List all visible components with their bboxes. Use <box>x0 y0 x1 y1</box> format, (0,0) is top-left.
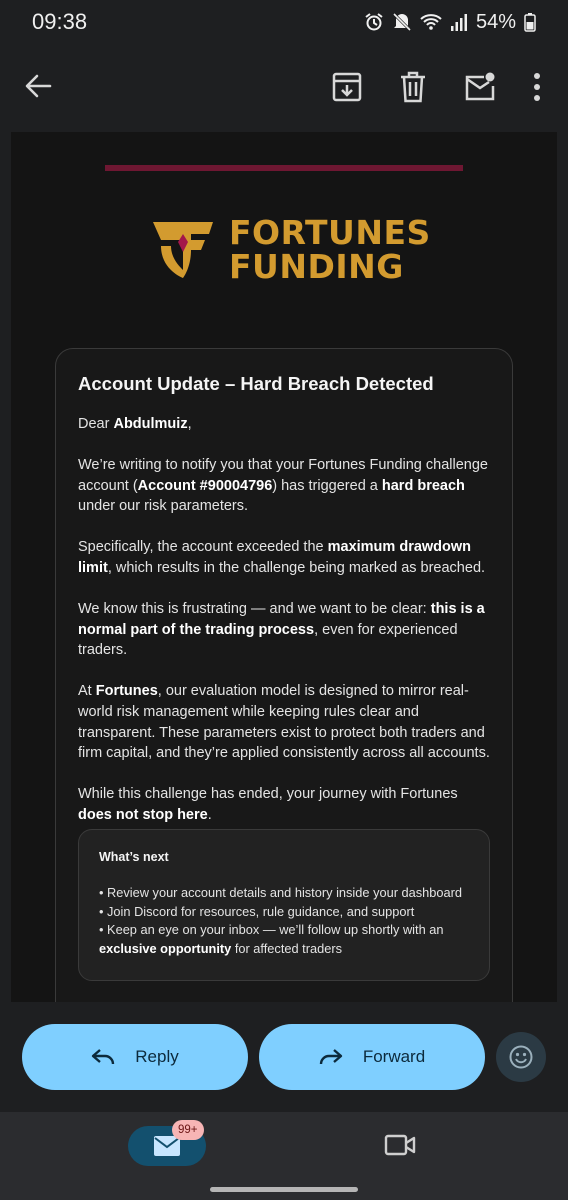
forward-label: Forward <box>362 1047 426 1066</box>
nav-meet[interactable] <box>384 1132 416 1163</box>
trash-icon <box>401 71 425 103</box>
p5-bold: does not stop here <box>78 806 208 823</box>
status-icons: 54% <box>364 11 536 34</box>
bottom-nav: 99+ <box>0 1112 568 1200</box>
greeting-text: Dear <box>78 416 114 432</box>
recipient-name: Abdulmuiz <box>113 416 188 432</box>
logo-line-2: FUNDING <box>229 247 404 286</box>
reply-label: Reply <box>135 1047 179 1066</box>
action-bar: Reply Forward <box>0 1002 568 1112</box>
email-title: Account Update – Hard Breach Detected <box>78 373 434 394</box>
next-item-3: • Keep an eye on your inbox — we’ll foll… <box>99 921 469 958</box>
next-item-1: • Review your account details and histor… <box>99 885 462 900</box>
next-item-3-text-c: for affected traders <box>231 940 342 956</box>
archive-button[interactable] <box>331 70 363 104</box>
p5-text-a: While this challenge has ended, your jou… <box>78 786 458 803</box>
forward-button[interactable]: Forward <box>259 1024 485 1090</box>
alarm-icon <box>365 13 383 31</box>
p2-text-a: Specifically, the account exceeded the <box>78 539 328 556</box>
wifi-icon <box>420 14 442 30</box>
email-body: FORTUNES FUNDING Account Update – Hard B… <box>11 132 557 1002</box>
more-options-button[interactable] <box>528 70 546 104</box>
header-rule <box>105 165 463 171</box>
fortunes-logo-icon <box>153 222 213 278</box>
home-indicator[interactable] <box>210 1187 358 1192</box>
next-item-3-bold: exclusive opportunity <box>99 940 232 956</box>
paragraph-1: We’re writing to notify you that your Fo… <box>78 455 490 517</box>
p3-text-a: We know this is frustrating — and we wan… <box>78 601 431 618</box>
battery-percent: 54% <box>475 10 516 33</box>
emoji-reaction-button[interactable] <box>496 1032 546 1082</box>
logo-wordmark: FORTUNES FUNDING <box>229 216 431 284</box>
account-number: Account #90004796 <box>137 477 273 494</box>
message-card: Account Update – Hard Breach Detected De… <box>55 348 513 1002</box>
next-item-3-text-a: • Keep an eye on your inbox — we’ll foll… <box>99 922 444 937</box>
battery-icon <box>524 13 536 32</box>
p4-bold: Fortunes <box>95 683 158 700</box>
forward-icon <box>319 1049 343 1065</box>
reply-button[interactable]: Reply <box>22 1024 248 1090</box>
unread-badge: 99+ <box>172 1120 204 1140</box>
reply-icon <box>92 1049 115 1065</box>
mute-icon <box>392 12 412 32</box>
p2-text-c: , which results in the challenge being m… <box>107 559 486 576</box>
more-vert-icon <box>534 73 540 101</box>
p1-text-e: under our risk parameters. <box>78 498 249 515</box>
logo-line-1: FORTUNES <box>229 213 431 252</box>
whats-next-box: What’s next • Review your account detail… <box>78 829 490 981</box>
video-camera-icon <box>384 1134 416 1156</box>
mark-unread-button[interactable] <box>463 70 497 104</box>
archive-icon <box>332 72 362 102</box>
paragraph-2: Specifically, the account exceeded the m… <box>78 537 490 578</box>
mail-unread-icon <box>465 72 495 101</box>
whats-next-title: What’s next <box>99 850 169 864</box>
p1-text-c: ) has triggered a <box>272 477 382 494</box>
app-bar <box>0 44 568 132</box>
status-bar: 09:38 54% <box>0 0 568 44</box>
status-time: 09:38 <box>32 9 88 34</box>
signal-icon <box>450 14 467 31</box>
back-button[interactable] <box>22 70 54 102</box>
delete-button[interactable] <box>397 70 429 104</box>
smiley-icon <box>509 1045 533 1069</box>
paragraph-5: While this challenge has ended, your jou… <box>78 784 490 825</box>
paragraph-3: We know this is frustrating — and we wan… <box>78 599 490 661</box>
p4-text-a: At <box>78 683 96 700</box>
greeting-punct: , <box>187 416 192 432</box>
greeting: Dear Abdulmuiz, <box>78 414 490 435</box>
back-arrow-icon <box>25 74 52 98</box>
next-item-2: • Join Discord for resources, rule guida… <box>99 903 415 919</box>
p5-text-c: . <box>207 806 212 823</box>
paragraph-4: At Fortunes, our evaluation model is des… <box>78 681 490 763</box>
brand-logo: FORTUNES FUNDING <box>151 216 431 286</box>
breach-type: hard breach <box>381 477 465 494</box>
